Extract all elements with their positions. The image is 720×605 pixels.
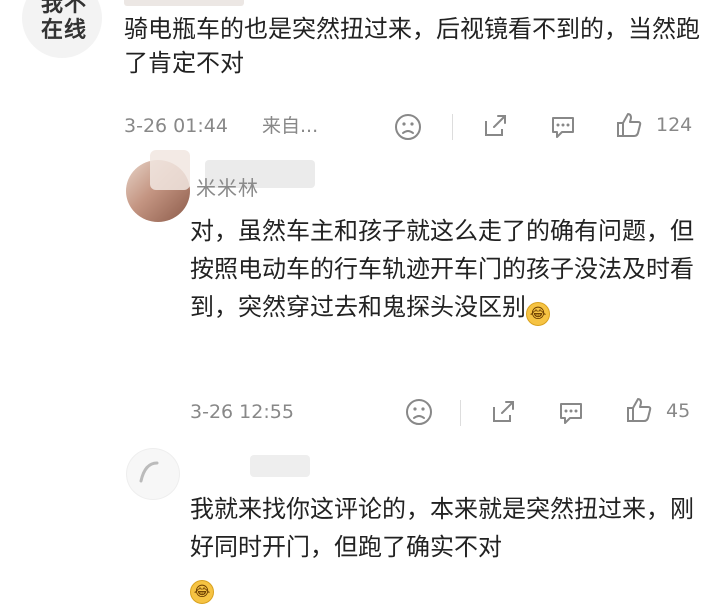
- reply-text: 对，虽然车主和孩子就这么走了的确有问题，但按照电动车的行车轨迹开车门的孩子没法及…: [190, 212, 702, 326]
- default-avatar-icon: [139, 461, 159, 483]
- sad-face-icon[interactable]: [404, 397, 434, 431]
- comment-text: 骑电瓶车的也是突然扭过来，后视镜看不到的，当然跑了肯定不对: [124, 15, 700, 77]
- reply-username[interactable]: 米米林: [196, 172, 259, 201]
- avatar[interactable]: 我不在线: [22, 0, 102, 58]
- avatar-label: 我不在线: [40, 0, 87, 43]
- comment-time: 3-26 01:44: [124, 115, 228, 137]
- like-count: 45: [666, 400, 691, 422]
- comment-source[interactable]: 来自...: [262, 114, 318, 138]
- divider: [460, 400, 461, 426]
- watermark-overlay: [540, 548, 720, 605]
- blurred-region: [250, 455, 310, 477]
- thumbs-up-icon[interactable]: [624, 395, 654, 429]
- reply-avatar[interactable]: [126, 448, 180, 500]
- sad-face-icon[interactable]: [393, 112, 423, 146]
- divider: [452, 114, 453, 140]
- comment-icon[interactable]: [556, 398, 586, 432]
- reply-time: 3-26 12:55: [190, 401, 294, 423]
- like-count: 124: [656, 114, 693, 136]
- laughing-emoji-icon: 😂: [190, 580, 214, 604]
- laughing-emoji-icon: 😂: [526, 302, 550, 326]
- username-cropped: [124, 0, 244, 6]
- reply-text-content: 对，虽然车主和孩子就这么走了的确有问题，但按照电动车的行车轨迹开车门的孩子没法及…: [190, 217, 694, 321]
- blurred-region: [150, 150, 190, 190]
- thumbs-up-icon[interactable]: [614, 110, 644, 144]
- share-icon[interactable]: [488, 397, 518, 431]
- share-icon[interactable]: [480, 111, 510, 145]
- comment-icon[interactable]: [548, 112, 578, 146]
